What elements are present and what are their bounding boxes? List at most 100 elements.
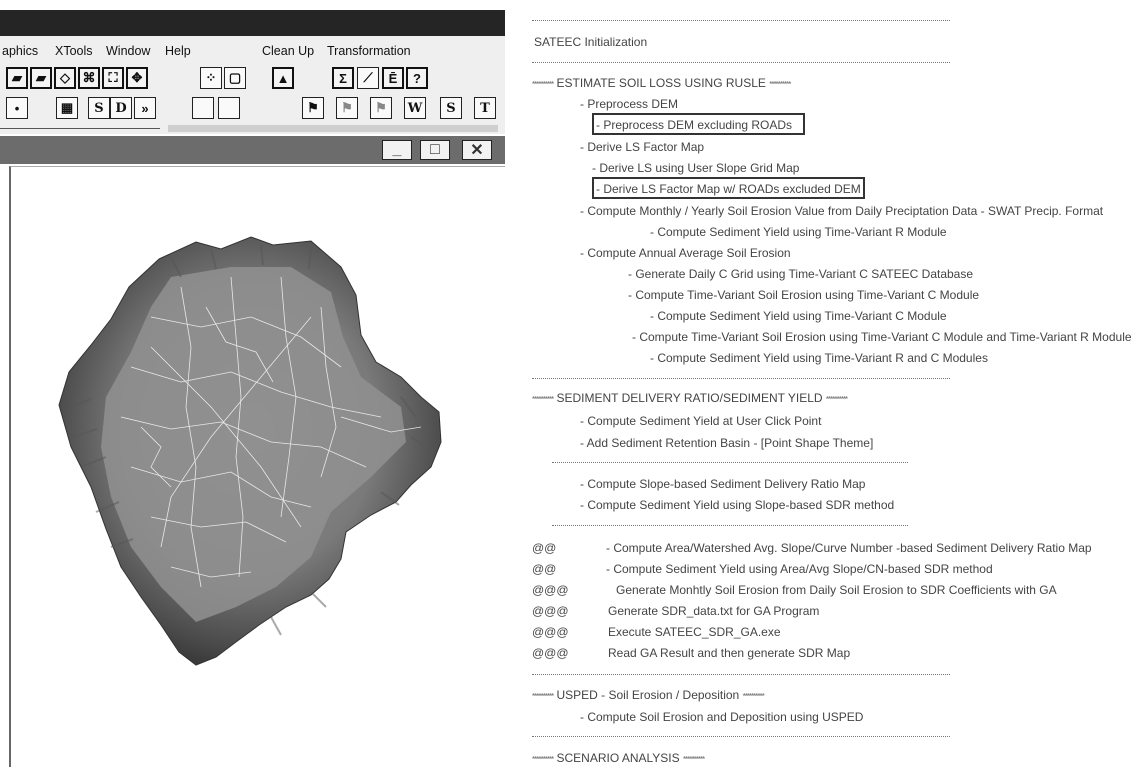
menu-item-generate-monthly[interactable]: Generate Monhtly Soil Erosion from Daily… [616, 583, 1057, 597]
add-theme-icon: ▰ [36, 70, 46, 85]
menu-item-area-sdr-map[interactable]: - Compute Area/Watershed Avg. Slope/Curv… [606, 541, 1092, 555]
menu-item-generate-sdr-data[interactable]: Generate SDR_data.txt for GA Program [608, 604, 819, 618]
status-area [168, 125, 498, 132]
menu-item-tv-soil-erosion-cr[interactable]: - Compute Time-Variant Soil Erosion usin… [632, 330, 1132, 344]
stars-decoration: ********** [682, 755, 705, 764]
menu-item-read-ga-result[interactable]: Read GA Result and then generate SDR Map [608, 646, 850, 660]
zoom-full-button[interactable]: ⌘ [78, 67, 100, 89]
menu-item-derive-ls[interactable]: - Derive LS Factor Map [580, 140, 704, 154]
menu-item-compute-monthly[interactable]: - Compute Monthly / Yearly Soil Erosion … [580, 204, 1103, 218]
menu-item-execute-ga[interactable]: Execute SATEEC_SDR_GA.exe [608, 625, 781, 639]
menu-item-preprocess-dem[interactable]: - Preprocess DEM [580, 97, 678, 111]
stars-decoration: ********** [825, 395, 848, 404]
menu-clean-up[interactable]: Clean Up [262, 44, 314, 58]
ga-mark: @@ [532, 541, 557, 555]
menu-item-preprocess-dem-roads[interactable]: - Preprocess DEM excluding ROADs [596, 118, 792, 132]
maximize-button[interactable]: □ [420, 140, 450, 160]
zoom-active-icon: ⛶ [108, 70, 118, 85]
select-box-button[interactable]: ▢ [224, 67, 246, 89]
dot-icon: • [14, 100, 20, 116]
zoom-active-button[interactable]: ⛶ [102, 67, 124, 89]
summarize-button[interactable]: Σ [332, 67, 354, 89]
query-button[interactable]: ⟋ [357, 67, 379, 89]
menu-window[interactable]: Window [106, 44, 150, 58]
menu-graphics[interactable]: aphics [2, 44, 38, 58]
flag-tool-2[interactable]: ⚑ [336, 97, 358, 119]
w-tool[interactable]: W [404, 97, 426, 119]
stars-decoration: ********** [742, 692, 765, 701]
menu-item-slope-sdr-map[interactable]: - Compute Slope-based Sediment Delivery … [580, 477, 865, 491]
tool-bar: • ▦ S D » ⚑ ⚑ ⚑ W S T [0, 94, 505, 124]
stars-decoration: ********** [532, 692, 554, 701]
menu-item-sed-yield-rc[interactable]: - Compute Sediment Yield using Time-Vari… [650, 351, 988, 365]
minimize-button[interactable]: _ [382, 140, 412, 160]
menu-help[interactable]: Help [165, 44, 191, 58]
menu-item-slope-sdr-yield[interactable]: - Compute Sediment Yield using Slope-bas… [580, 498, 894, 512]
d-tool[interactable]: D [110, 97, 132, 119]
add-theme-button[interactable]: ▰ [30, 67, 52, 89]
select-button[interactable]: ⁘ [200, 67, 222, 89]
menu-xtools[interactable]: XTools [55, 44, 93, 58]
t-tool[interactable]: T [474, 97, 496, 119]
section-sdr-title: SEDIMENT DELIVERY RATIO/SEDIMENT YIELD [556, 391, 823, 405]
watershed-map [58, 236, 442, 666]
arcview-window: aphics XTools Window Help Clean Up Trans… [0, 0, 510, 767]
blank-tool-1[interactable] [192, 97, 214, 119]
menu-item-click-point[interactable]: - Compute Sediment Yield at User Click P… [580, 414, 821, 428]
menu-transformation[interactable]: Transformation [327, 44, 411, 58]
maximize-icon: □ [430, 141, 440, 158]
section-scenario: ********** SCENARIO ANALYSIS ********** [532, 751, 705, 767]
menu-item-sed-yield-c[interactable]: - Compute Sediment Yield using Time-Vari… [650, 309, 947, 323]
query-icon: ⟋ [363, 70, 373, 85]
menu-item-usped[interactable]: - Compute Soil Erosion and Deposition us… [580, 710, 863, 724]
menu-item-retention-basin[interactable]: - Add Sediment Retention Basin - [Point … [580, 436, 873, 450]
sateec-menu-listing: SATEEC Initialization ********** ESTIMAT… [510, 0, 1133, 767]
s-tool-2[interactable]: S [440, 97, 462, 119]
section-rusle-title: ESTIMATE SOIL LOSS USING RUSLE [556, 76, 766, 90]
d-tool-label: D [115, 100, 127, 116]
ga-mark: @@@ [532, 583, 569, 597]
help-button[interactable]: ? [406, 67, 428, 89]
flag-tool-3[interactable]: ⚑ [370, 97, 392, 119]
stars-decoration: ********** [532, 80, 554, 89]
s-tool[interactable]: S [88, 97, 110, 119]
menu-item-sed-yield-r[interactable]: - Compute Sediment Yield using Time-Vari… [650, 225, 947, 239]
select-box-icon: ▢ [228, 70, 242, 85]
flag-tool-1[interactable]: ⚑ [302, 97, 324, 119]
save-project-button[interactable]: ▰ [6, 67, 28, 89]
stars-decoration: ********** [532, 395, 554, 404]
properties-icon: ◇ [60, 70, 70, 85]
menu-item-tv-soil-erosion-c[interactable]: - Compute Time-Variant Soil Erosion usin… [628, 288, 979, 302]
texture-tool[interactable]: ▦ [56, 97, 78, 119]
menu-item-daily-c-grid[interactable]: - Generate Daily C Grid using Time-Varia… [628, 267, 973, 281]
divider [0, 128, 160, 129]
section-usped-title: USPED - Soil Erosion / Deposition [556, 688, 740, 702]
ga-mark: @@@ [532, 604, 569, 618]
menu-item-annual-average[interactable]: - Compute Annual Average Soil Erosion [580, 246, 791, 260]
section-scenario-title: SCENARIO ANALYSIS [556, 751, 680, 765]
map-view[interactable] [9, 166, 505, 767]
section-rusle: ********** ESTIMATE SOIL LOSS USING RUSL… [532, 76, 791, 92]
stars-decoration: ********** [532, 755, 554, 764]
flag-icon: ⚑ [307, 100, 319, 115]
select-icon: ⁘ [205, 70, 217, 85]
texture-icon: ▦ [60, 100, 74, 115]
menu-item-derive-ls-roads[interactable]: - Derive LS Factor Map w/ ROADs excluded… [596, 182, 861, 196]
zoom-selected-button[interactable]: ✥ [126, 67, 148, 89]
divider [532, 378, 950, 379]
divider [552, 462, 908, 463]
button-bar: ▰ ▰ ◇ ⌘ ⛶ ✥ ⁘ ▢ ▲ Σ ⟋ Ē ? [0, 64, 505, 94]
s-tool-label: S [94, 100, 104, 116]
theme-properties-button[interactable]: ◇ [54, 67, 76, 89]
zoom-selected-icon: ✥ [131, 70, 143, 85]
close-button[interactable]: ✕ [462, 140, 492, 160]
divider [532, 20, 950, 21]
blank-tool-2[interactable] [218, 97, 240, 119]
calculate-button[interactable]: Ē [382, 67, 404, 89]
forward-tool[interactable]: » [134, 97, 156, 119]
menu-item-area-sdr-yield[interactable]: - Compute Sediment Yield using Area/Avg … [606, 562, 993, 576]
layout-button[interactable]: ▲ [272, 67, 294, 89]
menu-item-derive-ls-user[interactable]: - Derive LS using User Slope Grid Map [592, 161, 799, 175]
menu-item-init[interactable]: SATEEC Initialization [534, 35, 647, 49]
pointer-tool[interactable]: • [6, 97, 28, 119]
